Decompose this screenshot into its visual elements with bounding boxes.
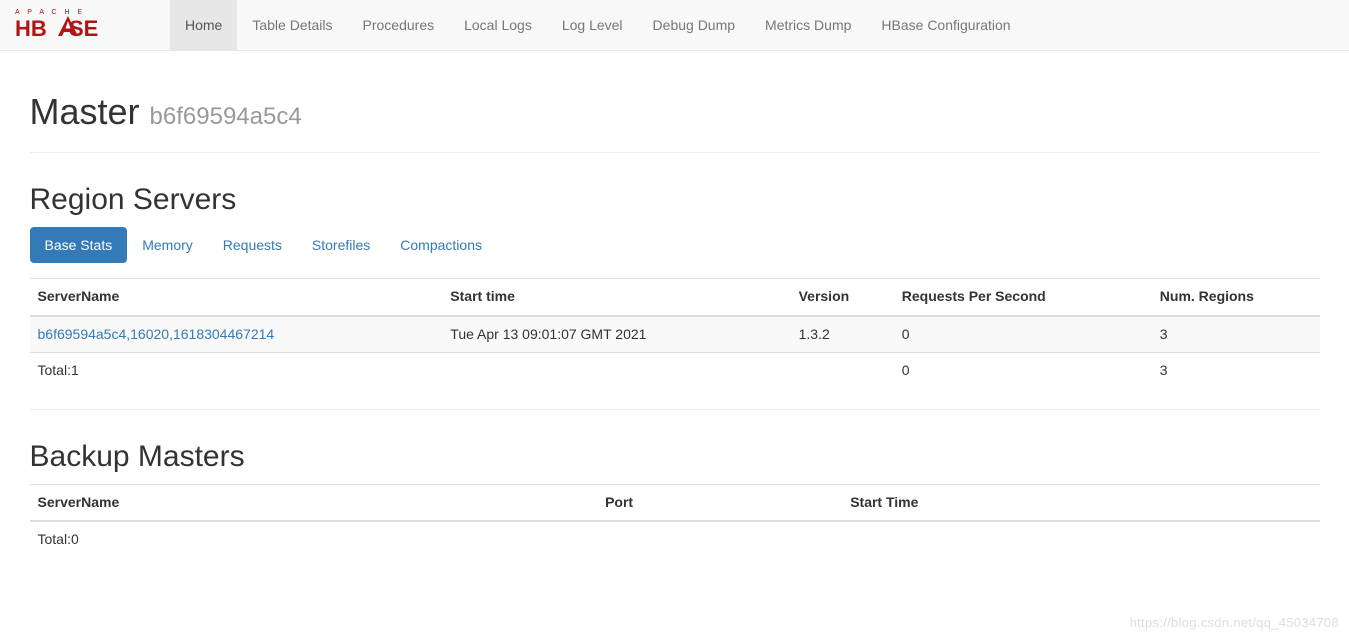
col-rps: Requests Per Second [894, 279, 1152, 316]
server-name-link[interactable]: b6f69594a5c4,16020,1618304467214 [38, 326, 275, 342]
total-label: Total:0 [30, 521, 598, 558]
nav-link[interactable]: HBase Configuration [866, 0, 1025, 50]
col-server-name: ServerName [30, 279, 443, 316]
region-servers-tabs: Base Stats Memory Requests Storefiles Co… [30, 227, 1320, 263]
nav-item-home[interactable]: Home [170, 0, 237, 50]
table-total-row: Total:1 0 3 [30, 353, 1320, 389]
hbase-logo-icon: A P A C H E HB SE [15, 5, 155, 45]
backup-masters-table: ServerName Port Start Time Total:0 [30, 484, 1320, 558]
main-nav: Home Table Details Procedures Local Logs… [170, 0, 1026, 50]
tab-storefiles[interactable]: Storefiles [297, 227, 385, 263]
watermark-text: https://blog.csdn.net/qq_45034708 [1130, 615, 1339, 630]
nav-link[interactable]: Home [170, 0, 237, 50]
svg-text:A P A C H E: A P A C H E [15, 9, 85, 16]
col-server-name: ServerName [30, 484, 598, 521]
nav-item-local-logs[interactable]: Local Logs [449, 0, 547, 50]
brand-logo[interactable]: A P A C H E HB SE [15, 0, 170, 50]
tab-compactions[interactable]: Compactions [385, 227, 497, 263]
cell-version: 1.3.2 [791, 316, 894, 353]
nav-link[interactable]: Metrics Dump [750, 0, 866, 50]
col-start-time: Start Time [842, 484, 1319, 521]
nav-link[interactable]: Local Logs [449, 0, 547, 50]
nav-item-procedures[interactable]: Procedures [348, 0, 450, 50]
tab-link[interactable]: Compactions [385, 227, 497, 263]
total-num-regions: 3 [1152, 353, 1320, 389]
page-title-text: Master [30, 91, 140, 132]
region-servers-heading: Region Servers [30, 183, 1320, 217]
total-empty [842, 521, 1319, 558]
tab-memory[interactable]: Memory [127, 227, 208, 263]
backup-masters-section: Backup Masters ServerName Port Start Tim… [30, 440, 1320, 558]
tab-base-stats[interactable]: Base Stats [30, 227, 128, 263]
cell-start-time: Tue Apr 13 09:01:07 GMT 2021 [442, 316, 790, 353]
total-empty [791, 353, 894, 389]
region-servers-table: ServerName Start time Version Requests P… [30, 278, 1320, 389]
total-label: Total:1 [30, 353, 443, 389]
tab-link[interactable]: Base Stats [30, 227, 128, 263]
section-divider [30, 409, 1320, 410]
nav-link[interactable]: Log Level [547, 0, 638, 50]
total-rps: 0 [894, 353, 1152, 389]
nav-link[interactable]: Table Details [237, 0, 347, 50]
total-empty [442, 353, 790, 389]
top-navbar: A P A C H E HB SE Home Table Details Pro… [0, 0, 1349, 51]
tab-requests[interactable]: Requests [208, 227, 297, 263]
cell-rps: 0 [894, 316, 1152, 353]
col-port: Port [597, 484, 842, 521]
region-servers-section: Region Servers Base Stats Memory Request… [30, 183, 1320, 410]
table-header-row: ServerName Start time Version Requests P… [30, 279, 1320, 316]
main-container: Master b6f69594a5c4 Region Servers Base … [15, 91, 1335, 558]
page-subtitle: b6f69594a5c4 [150, 103, 302, 130]
nav-item-debug-dump[interactable]: Debug Dump [638, 0, 751, 50]
tab-link[interactable]: Requests [208, 227, 297, 263]
total-empty [597, 521, 842, 558]
svg-text:HB: HB [15, 16, 47, 41]
nav-link[interactable]: Procedures [348, 0, 450, 50]
col-version: Version [791, 279, 894, 316]
page-title: Master b6f69594a5c4 [30, 91, 1320, 133]
backup-masters-heading: Backup Masters [30, 440, 1320, 474]
nav-item-table-details[interactable]: Table Details [237, 0, 347, 50]
tab-link[interactable]: Memory [127, 227, 208, 263]
table-total-row: Total:0 [30, 521, 1320, 558]
table-row: b6f69594a5c4,16020,1618304467214 Tue Apr… [30, 316, 1320, 353]
tab-link[interactable]: Storefiles [297, 227, 385, 263]
page-header: Master b6f69594a5c4 [30, 91, 1320, 153]
nav-item-hbase-configuration[interactable]: HBase Configuration [866, 0, 1025, 50]
nav-item-metrics-dump[interactable]: Metrics Dump [750, 0, 866, 50]
nav-item-log-level[interactable]: Log Level [547, 0, 638, 50]
col-start-time: Start time [442, 279, 790, 316]
col-num-regions: Num. Regions [1152, 279, 1320, 316]
table-header-row: ServerName Port Start Time [30, 484, 1320, 521]
cell-num-regions: 3 [1152, 316, 1320, 353]
nav-link[interactable]: Debug Dump [638, 0, 751, 50]
